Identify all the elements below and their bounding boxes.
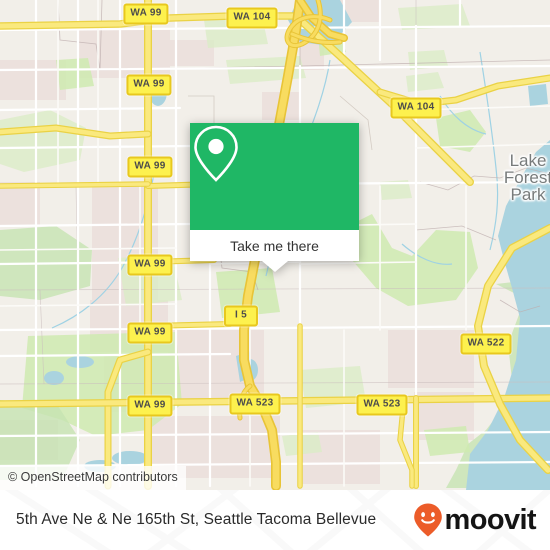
road-shield: WA 99 — [123, 3, 169, 25]
road-shield: WA 523 — [356, 394, 408, 416]
road-shield: WA 99 — [127, 322, 173, 344]
road-shield: WA 104 — [390, 97, 442, 119]
map-pin-icon — [194, 125, 238, 182]
take-me-there-button[interactable]: Take me there — [190, 230, 359, 261]
moovit-wordmark: moovit — [444, 503, 537, 536]
road-shield: WA 522 — [460, 333, 512, 355]
road-shield: WA 523 — [229, 393, 281, 415]
road-shield: WA 99 — [127, 395, 173, 417]
road-shield: WA 99 — [127, 156, 173, 178]
screenshot-root: .land{fill:#f2efe9} .res{fill:#ece1dd} .… — [0, 0, 550, 550]
callout-pointer-tail — [261, 261, 288, 272]
road-shield: WA 104 — [226, 7, 278, 29]
moovit-smiley-pin-icon — [413, 503, 442, 537]
take-me-there-label: Take me there — [230, 237, 319, 254]
map-attribution[interactable]: © OpenStreetMap contributors — [0, 466, 186, 490]
location-address: 5th Ave Ne & Ne 165th St, Seattle Tacoma… — [16, 511, 377, 528]
road-shield: I 5 — [223, 305, 259, 327]
footer-bar: 5th Ave Ne & Ne 165th St, Seattle Tacoma… — [0, 490, 550, 550]
road-shield: WA 99 — [127, 254, 173, 276]
attribution-text: © OpenStreetMap contributors — [8, 470, 178, 484]
callout-icon-area — [190, 123, 359, 230]
moovit-logo[interactable]: moovit — [412, 502, 537, 538]
map-canvas[interactable]: .land{fill:#f2efe9} .res{fill:#ece1dd} .… — [0, 0, 550, 490]
road-shield: WA 99 — [126, 74, 172, 96]
location-callout-card[interactable]: Take me there — [190, 123, 359, 272]
footer-content: 5th Ave Ne & Ne 165th St, Seattle Tacoma… — [0, 490, 550, 550]
